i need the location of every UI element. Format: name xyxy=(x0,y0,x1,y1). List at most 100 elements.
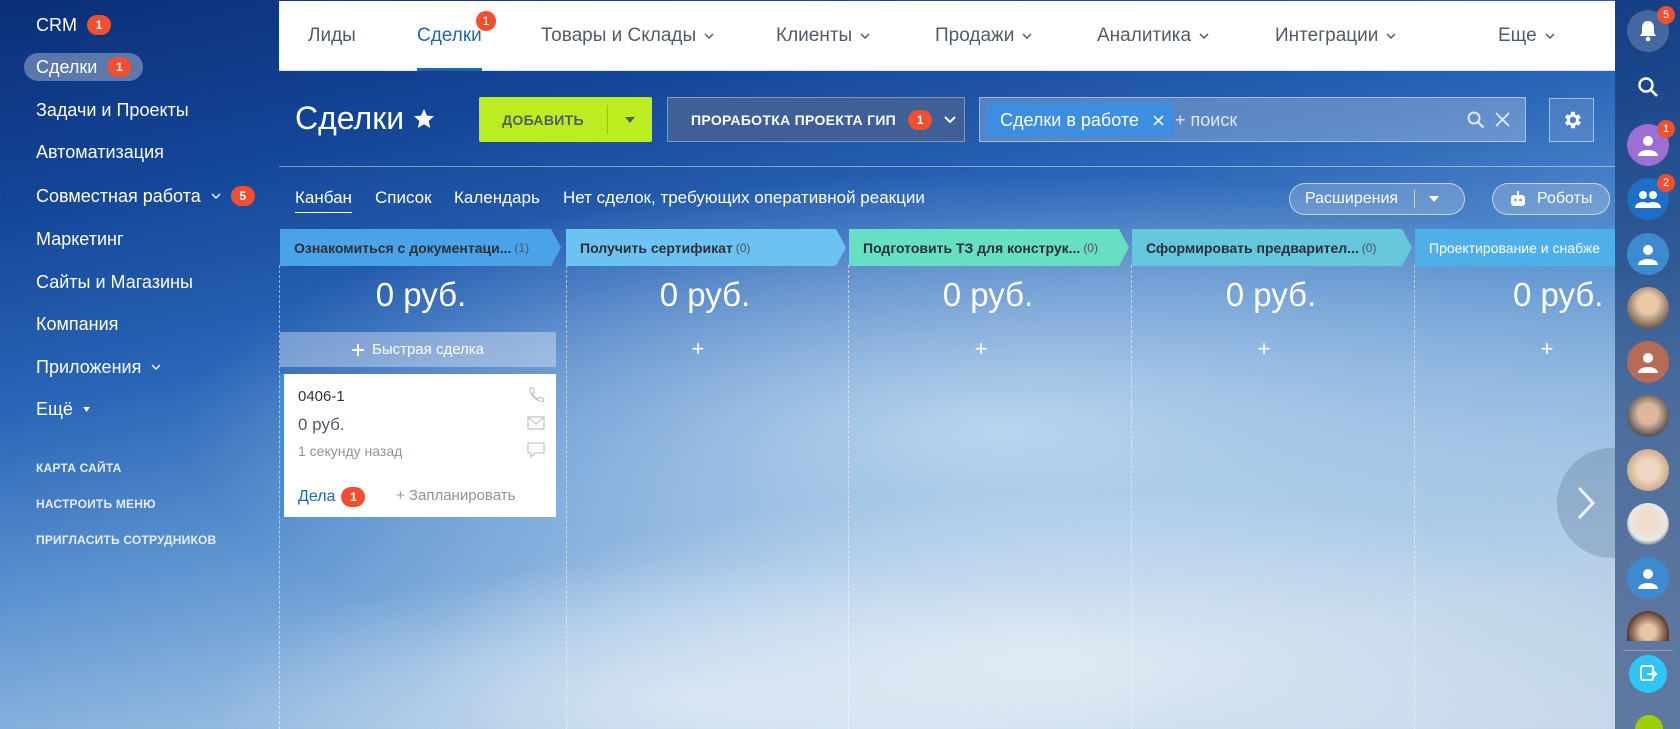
settings-button[interactable] xyxy=(1549,98,1594,142)
scroll-right-arrow[interactable] xyxy=(1557,448,1615,558)
stage-header[interactable]: Получить сертификат (0) xyxy=(566,229,846,266)
user-icon xyxy=(1638,245,1658,265)
group-badge: 2 xyxy=(1657,174,1675,192)
deal-activities-link[interactable]: Дела 1 xyxy=(298,487,366,507)
active-tab-underline xyxy=(417,68,482,71)
filter-search-box[interactable]: Сделки в работе xyxy=(979,97,1526,142)
nav-item-deals[interactable]: Сделки 1 xyxy=(417,1,496,71)
stage-sum: 0 руб. xyxy=(942,276,1034,313)
nav-item-label: Клиенты xyxy=(776,25,853,46)
nav-item-integrations[interactable]: Интеграции xyxy=(1275,1,1396,71)
group-chat-button[interactable]: 2 xyxy=(1627,174,1675,220)
stage-header[interactable]: Подготовить ТЗ для конструк... (0) xyxy=(849,229,1129,266)
stage-header[interactable]: Проектирование и снабже xyxy=(1415,229,1615,266)
sidebar-item-more[interactable]: Ещё xyxy=(24,395,102,423)
user-icon xyxy=(1638,569,1658,589)
column-separator xyxy=(848,265,849,729)
sitemap-link[interactable]: КАРТА САЙТА xyxy=(36,461,122,475)
extensions-button[interactable]: Расширения xyxy=(1289,183,1465,215)
search-button[interactable] xyxy=(1627,66,1669,108)
search-icon[interactable] xyxy=(1467,111,1485,129)
avatar[interactable] xyxy=(1627,503,1669,545)
avatar[interactable] xyxy=(1627,233,1669,275)
robots-label: Роботы xyxy=(1537,190,1593,207)
avatar[interactable] xyxy=(1627,395,1669,437)
star-icon[interactable] xyxy=(412,107,436,131)
chat-icon[interactable] xyxy=(526,441,546,459)
column-separator xyxy=(1131,265,1132,729)
sidebar-item-tasks[interactable]: Задачи и Проекты xyxy=(24,96,201,124)
avatar[interactable] xyxy=(1627,341,1669,383)
add-deal-button[interactable]: ДОБАВИТЬ xyxy=(479,97,652,142)
avatar[interactable]: 1 xyxy=(1627,120,1675,166)
filter-tag[interactable]: Сделки в работе xyxy=(985,103,1174,137)
extensions-label: Расширения xyxy=(1305,190,1399,207)
sidebar-item-company[interactable]: Компания xyxy=(24,310,130,338)
add-deal-to-stage-button[interactable]: + xyxy=(966,336,996,362)
sidebar-item-automation[interactable]: Автоматизация xyxy=(24,138,176,166)
nav-item-leads[interactable]: Лиды xyxy=(308,1,356,71)
add-deal-to-stage-button[interactable]: + xyxy=(1532,336,1562,362)
sidebar-item-deals[interactable]: Сделки 1 xyxy=(24,53,144,81)
nav-item-analytics[interactable]: Аналитика xyxy=(1097,1,1209,71)
nav-item-products[interactable]: Товары и Склады xyxy=(541,1,714,71)
chat-icon xyxy=(1640,665,1658,681)
avatar[interactable] xyxy=(1627,557,1669,599)
user-icon xyxy=(1638,353,1658,373)
robots-button[interactable]: Роботы xyxy=(1492,183,1610,215)
nav-item-label: Продажи xyxy=(935,25,1015,46)
add-deal-to-stage-button[interactable]: + xyxy=(1249,336,1279,362)
search-input[interactable] xyxy=(1175,106,1445,134)
notifications-button[interactable]: 5 xyxy=(1627,6,1675,52)
stage-header[interactable]: Сформировать предварител... (0) xyxy=(1132,229,1412,266)
gear-icon xyxy=(1564,111,1581,129)
sidebar-item-apps[interactable]: Приложения xyxy=(24,353,173,381)
tab-list[interactable]: Список xyxy=(375,188,432,208)
sidebar-item-label: Маркетинг xyxy=(36,228,124,249)
clear-search-icon[interactable] xyxy=(1495,112,1510,127)
add-dropdown-toggle[interactable] xyxy=(608,116,652,123)
mail-icon[interactable] xyxy=(526,414,546,432)
status-indicator[interactable] xyxy=(1635,715,1663,729)
avatar[interactable] xyxy=(1627,449,1669,491)
remove-filter-icon[interactable] xyxy=(1153,114,1164,126)
category-selector-button[interactable]: ПРОРАБОТКА ПРОЕКТА ГИП 1 xyxy=(667,97,965,142)
stage-sum: 0 руб. xyxy=(375,276,467,313)
avatar[interactable] xyxy=(1627,611,1669,641)
phone-icon[interactable] xyxy=(526,386,546,404)
stage-name: Проектирование и снабже xyxy=(1429,239,1601,256)
sidebar-item-marketing[interactable]: Маркетинг xyxy=(24,225,136,253)
sidebar-item-crm[interactable]: CRM 1 xyxy=(24,11,123,39)
stage-name: Ознакомиться с документаци... xyxy=(294,239,512,256)
search-icon xyxy=(1638,77,1658,97)
quick-deal-button[interactable]: Быстрая сделка xyxy=(280,332,556,367)
sidebar-item-label: Сделки xyxy=(36,56,98,77)
stage-header[interactable]: Ознакомиться с документаци... (1) xyxy=(280,229,561,266)
sidebar-item-collaboration[interactable]: Совместная работа 5 xyxy=(24,182,267,210)
deal-card[interactable]: 0406-1 0 руб. 1 секунду назад Дела 1 + З… xyxy=(280,374,556,517)
nav-item-label: Интеграции xyxy=(1275,25,1379,46)
chevron-down-icon xyxy=(944,115,956,123)
tab-kanban[interactable]: Канбан xyxy=(295,188,352,213)
deal-title[interactable]: 0406-1 xyxy=(298,388,345,405)
stage-sum: 0 руб. xyxy=(1225,276,1317,313)
chevron-right-icon xyxy=(1577,486,1596,520)
avatar[interactable] xyxy=(1627,287,1669,329)
tab-calendar[interactable]: Календарь xyxy=(454,188,540,208)
nav-item-clients[interactable]: Клиенты xyxy=(776,1,870,71)
add-deal-to-stage-button[interactable]: + xyxy=(683,336,713,362)
activities-badge: 1 xyxy=(341,487,366,507)
user-icon xyxy=(1638,136,1658,156)
sidebar-item-sites[interactable]: Сайты и Магазины xyxy=(24,268,205,296)
stage-sum: 0 руб. xyxy=(1513,276,1604,313)
configure-menu-link[interactable]: НАСТРОИТЬ МЕНЮ xyxy=(36,497,156,511)
schedule-activity-link[interactable]: + Запланировать xyxy=(396,487,515,504)
sidebar-item-label: Совместная работа xyxy=(36,185,201,206)
nav-item-sales[interactable]: Продажи xyxy=(935,1,1032,71)
stage-count: (0) xyxy=(735,240,751,255)
invite-employees-link[interactable]: ПРИГЛАСИТЬ СОТРУДНИКОВ xyxy=(36,533,216,547)
nav-item-label: Сделки xyxy=(417,25,482,46)
nav-item-more[interactable]: Еще xyxy=(1498,1,1555,71)
open-lines-button[interactable] xyxy=(1629,655,1667,693)
category-badge: 1 xyxy=(908,109,933,130)
